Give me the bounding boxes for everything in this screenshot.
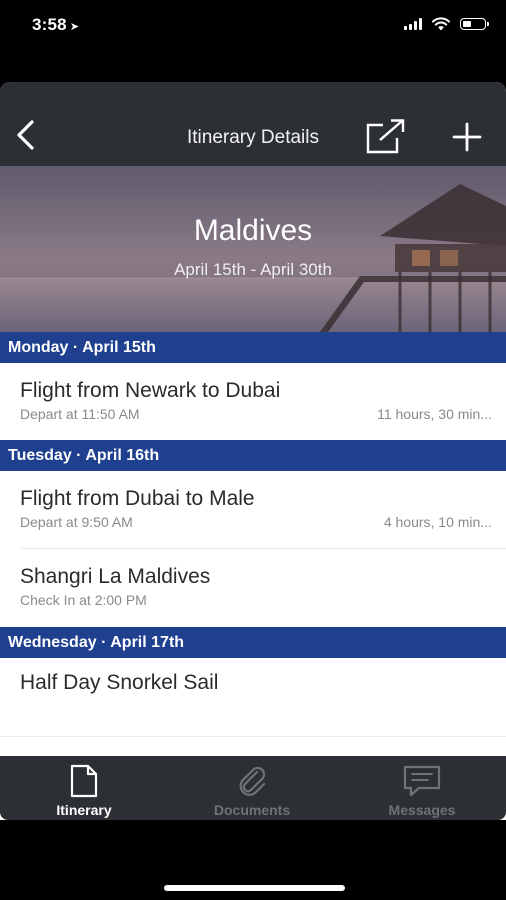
signal-icon <box>404 18 422 30</box>
hero-banner: Maldives April 15th - April 30th <box>0 166 506 332</box>
message-icon <box>403 765 441 797</box>
list-item[interactable]: Flight from Dubai to Male Depart at 9:50… <box>0 471 506 548</box>
trip-dates: April 15th - April 30th <box>174 260 332 279</box>
tab-label: Itinerary <box>56 802 112 818</box>
item-subtitle: Depart at 11:50 AM <box>20 406 140 422</box>
list-item[interactable]: Flight from Newark to Dubai Depart at 11… <box>0 363 506 440</box>
item-duration: 11 hours, 30 min... <box>377 406 492 422</box>
location-arrow-icon: ➤ <box>69 21 80 33</box>
item-subtitle: Depart at 9:50 AM <box>20 514 133 530</box>
share-icon[interactable] <box>366 118 406 154</box>
status-bar: 3:58 ➤ <box>0 0 506 52</box>
tab-itinerary[interactable]: Itinerary <box>0 756 168 820</box>
day-header: Monday · April 15th <box>0 332 506 363</box>
item-title: Flight from Dubai to Male <box>20 487 255 510</box>
time-text: 3:58 <box>32 15 67 34</box>
home-indicator <box>164 885 345 891</box>
status-icons <box>404 17 489 31</box>
plus-icon[interactable] <box>452 122 482 152</box>
list-item[interactable]: Half Day Snorkel Sail <box>0 658 506 736</box>
hero-background-image <box>0 166 506 332</box>
tab-messages[interactable]: Messages <box>338 756 506 820</box>
tab-label: Messages <box>388 802 456 818</box>
status-time: 3:58 ➤ <box>32 15 79 35</box>
divider <box>0 736 506 737</box>
document-icon <box>70 764 98 798</box>
tab-bar: Itinerary Documents Messages <box>0 756 506 820</box>
item-title: Shangri La Maldives <box>20 565 211 588</box>
wifi-icon <box>432 17 450 31</box>
nav-bar: Itinerary Details <box>0 82 506 166</box>
tab-documents[interactable]: Documents <box>168 756 336 820</box>
day-header: Wednesday · April 17th <box>0 627 506 658</box>
list-item[interactable]: Shangri La Maldives Check In at 2:00 PM <box>0 549 506 627</box>
itinerary-card: Itinerary Details Maldives April 15th - … <box>0 82 506 820</box>
page-title: Itinerary Details <box>187 127 319 148</box>
destination-title: Maldives <box>193 214 313 247</box>
item-subtitle: Check In at 2:00 PM <box>20 592 147 608</box>
tab-label: Documents <box>213 802 291 818</box>
item-duration: 4 hours, 10 min... <box>383 514 492 530</box>
paperclip-icon <box>239 766 266 796</box>
item-title: Flight from Newark to Dubai <box>20 379 281 402</box>
day-header: Tuesday · April 16th <box>0 440 506 471</box>
item-title: Half Day Snorkel Sail <box>20 671 219 694</box>
battery-icon <box>460 18 489 30</box>
